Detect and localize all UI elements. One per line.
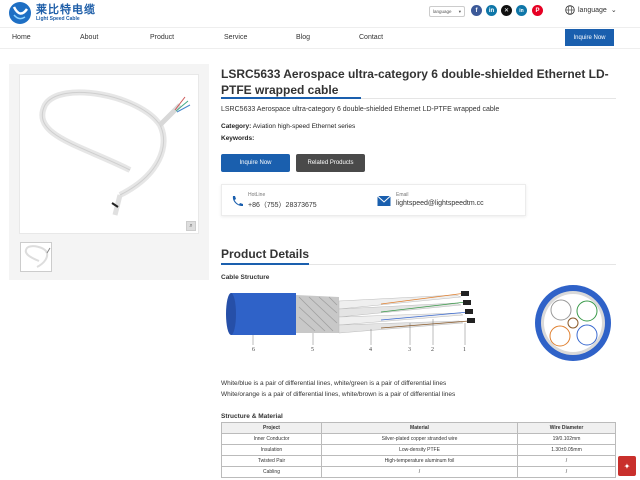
column-header: Project	[221, 422, 322, 434]
contact-box: HotLine +86（755）28373675 Email lightspee…	[221, 184, 526, 216]
phone-icon	[232, 196, 243, 207]
logo-icon	[9, 2, 31, 24]
product-subtitle: LSRC5633 Aerospace ultra-category 6 doub…	[221, 106, 500, 113]
language-select-label: language	[433, 9, 452, 14]
table-cell: /	[517, 466, 616, 478]
pair-description-1: White/blue is a pair of differential lin…	[221, 380, 447, 387]
hotline-value[interactable]: +86（755）28373675	[248, 200, 317, 210]
table-cell: Inner Conductor	[221, 433, 322, 445]
table-row: Cabling / /	[221, 466, 616, 478]
table-cell: 19/0.102mm	[517, 433, 616, 445]
x-icon[interactable]: ✕	[501, 5, 512, 16]
title-accent-bar	[221, 97, 361, 99]
globe-icon	[565, 5, 575, 15]
floating-brand-icon[interactable]: ✦	[618, 456, 636, 476]
cable-structure-heading: Cable Structure	[221, 274, 270, 281]
table-cell: High-temperature aluminum foil	[321, 455, 518, 467]
email-label: Email	[396, 192, 409, 198]
hotline-label: HotLine	[248, 192, 266, 198]
email-value[interactable]: lightspeed@lightspeedtm.cc	[396, 200, 484, 207]
product-main-image[interactable]: ⌕	[19, 74, 199, 234]
nav-about[interactable]: About	[80, 34, 98, 41]
nav-contact[interactable]: Contact	[359, 34, 383, 41]
cable-structure-diagram: 6 5 4 3 2 1	[226, 285, 611, 361]
inquire-now-header-button[interactable]: Inquire Now	[565, 29, 614, 46]
facebook-icon[interactable]: f	[471, 5, 482, 16]
top-bar: 莱比特电缆 Light Speed Cable language ▾ f in …	[0, 0, 640, 26]
table-row: Insulation Low-density PTFE 1.30±0.05mm	[221, 444, 616, 456]
table-cell: Silver-plated copper stranded wire	[321, 433, 518, 445]
zoom-icon[interactable]: ⌕	[186, 221, 196, 231]
pinterest-icon[interactable]: P	[532, 5, 543, 16]
table-cell: Twisted Pair	[221, 455, 322, 467]
language-select[interactable]: language ▾	[429, 6, 465, 17]
brand-name-cn: 莱比特电缆	[36, 3, 96, 16]
nav-service[interactable]: Service	[224, 34, 247, 41]
brand-name-en: Light Speed Cable	[36, 15, 80, 22]
pair-description-2: White/orange is a pair of differential l…	[221, 391, 456, 398]
product-keywords: Keywords:	[221, 135, 254, 142]
email-icon	[377, 195, 391, 206]
language-link-label: language	[578, 6, 607, 14]
column-header: Wire Diameter	[517, 422, 616, 434]
table-cell: Low-density PTFE	[321, 444, 518, 456]
diagram-number: 5	[311, 347, 314, 353]
cable-photo	[39, 89, 191, 216]
product-gallery: ⌕	[9, 64, 209, 280]
linkedin-icon[interactable]: in	[516, 5, 527, 16]
product-category: Category: Aviation high-speed Ethernet s…	[221, 123, 355, 130]
main-nav: Home About Product Service Blog Contact	[0, 27, 640, 49]
table-cell: Cabling	[221, 466, 322, 478]
caret-down-icon: ▾	[458, 8, 461, 14]
diagram-number: 2	[431, 347, 434, 353]
table-header-row: Project Material Wire Diameter	[221, 422, 616, 434]
diagram-number: 1	[463, 347, 466, 353]
spec-table: Project Material Wire Diameter Inner Con…	[221, 422, 616, 478]
details-accent-bar	[221, 263, 309, 265]
category-label: Category:	[221, 123, 252, 130]
structure-material-heading: Structure & Material	[221, 413, 283, 420]
nav-product[interactable]: Product	[150, 34, 174, 41]
product-details-heading: Product Details	[221, 247, 310, 261]
table-cell: 1.30±0.05mm	[517, 444, 616, 456]
chevron-down-icon: ⌄	[610, 7, 617, 14]
brand-logo[interactable]: 莱比特电缆 Light Speed Cable	[8, 1, 96, 25]
diagram-number: 3	[408, 347, 411, 353]
related-products-button[interactable]: Related Products	[296, 154, 365, 172]
nav-home[interactable]: Home	[12, 34, 31, 41]
column-header: Material	[321, 422, 518, 434]
category-value[interactable]: Aviation high-speed Ethernet series	[253, 123, 356, 130]
diagram-number: 6	[252, 347, 255, 353]
product-title: LSRC5633 Aerospace ultra-category 6 doub…	[221, 67, 609, 97]
table-cell: Insulation	[221, 444, 322, 456]
table-row: Inner Conductor Silver-plated copper str…	[221, 433, 616, 445]
diagram-number: 4	[369, 347, 372, 353]
nav-blog[interactable]: Blog	[296, 34, 310, 41]
product-thumbnail[interactable]	[20, 242, 52, 272]
table-cell: /	[321, 466, 518, 478]
inquire-now-button[interactable]: Inquire Now	[221, 154, 290, 172]
table-row: Twisted Pair High-temperature aluminum f…	[221, 455, 616, 467]
linkedin-icon[interactable]: in	[486, 5, 497, 16]
thumbnail-image	[24, 245, 51, 268]
table-cell: /	[517, 455, 616, 467]
language-menu[interactable]: language ⌄	[565, 5, 617, 15]
keywords-label: Keywords:	[221, 135, 255, 142]
